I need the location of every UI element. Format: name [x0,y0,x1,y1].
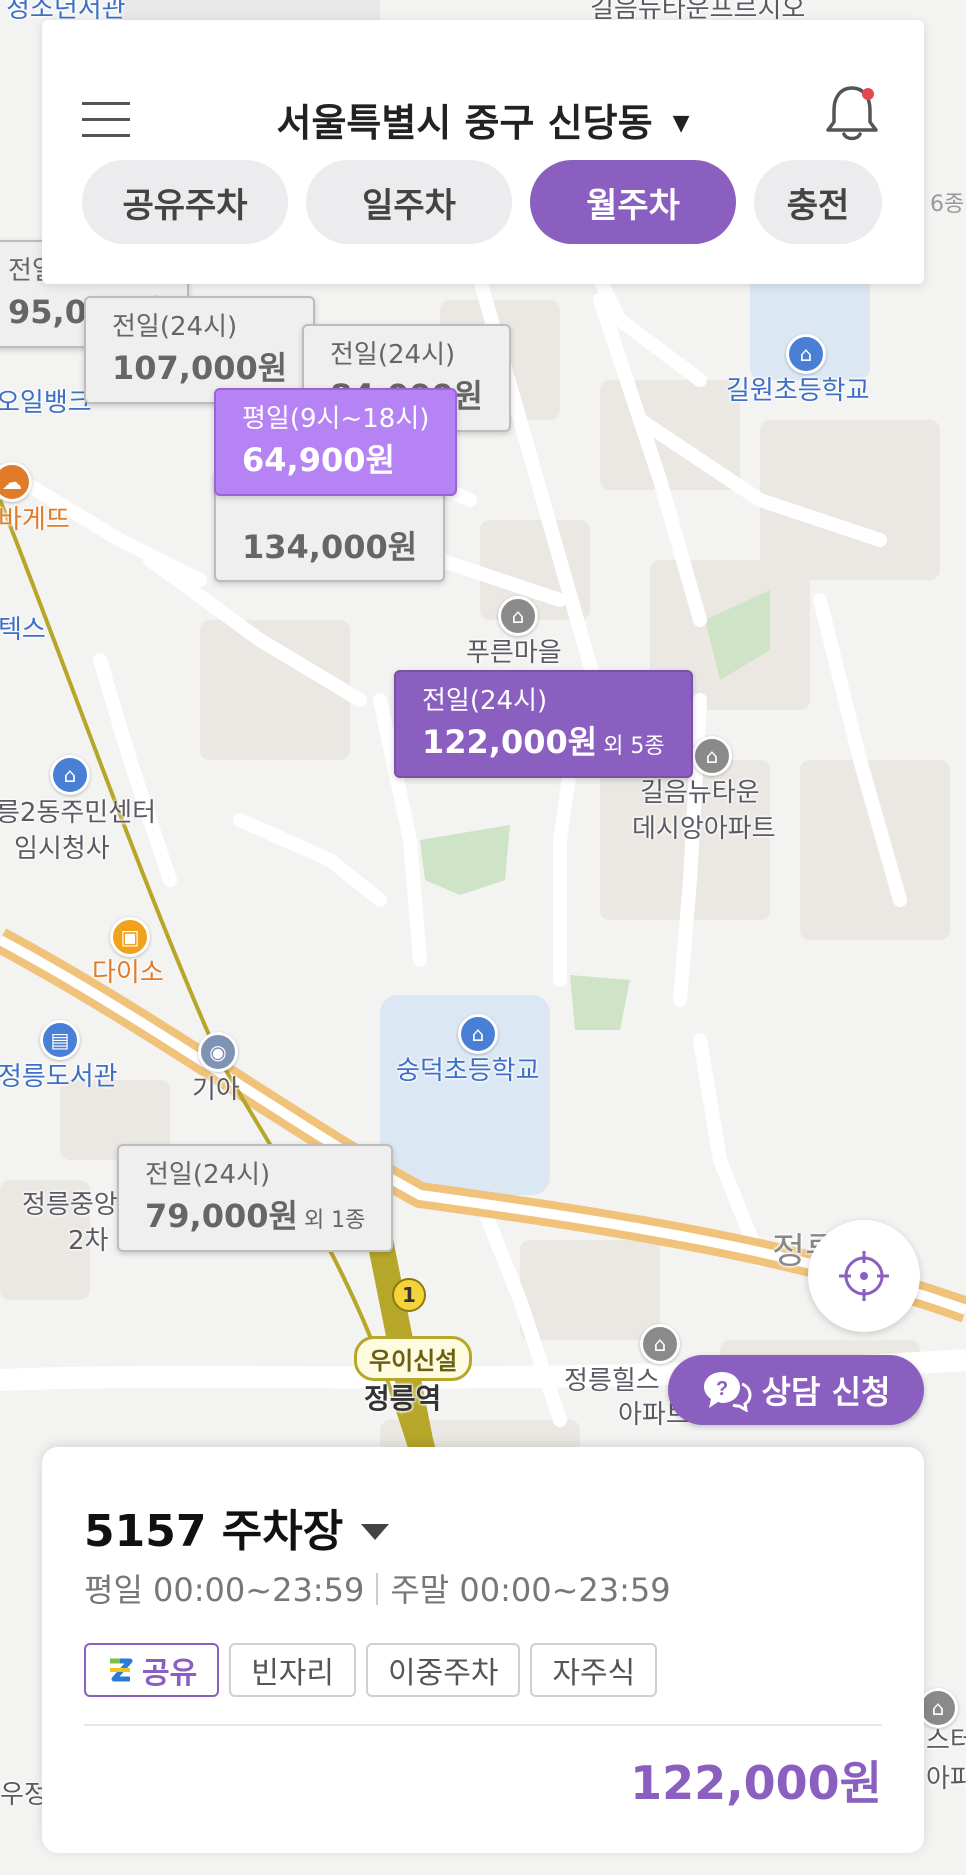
map-poi-label: 기아 [192,1075,240,1105]
marker-extra: 외 5종 [603,734,665,760]
location-selector[interactable]: 서울특별시 중구 신당동 ▼ [42,92,924,147]
government-icon: ⌂ [50,755,90,795]
map-poi-label: 데시앙아파트 [632,814,776,844]
tag-self-parking: 자주식 [530,1643,658,1697]
map-poi-label: 아파 [926,1764,966,1794]
map-poi-label: 숭덕초등학교 [396,1056,540,1086]
caret-down-icon [361,1524,390,1540]
building-icon: ⌂ [498,596,538,636]
marker-price-value: 122,000원 [422,723,598,762]
current-location-button[interactable] [808,1220,920,1332]
map-poi-label: 우정 [0,1780,48,1810]
notification-bell-icon[interactable] [822,80,882,144]
location-label: 서울특별시 중구 신당동 [276,101,653,145]
weekend-hours: 주말 00:00~23:59 [390,1571,671,1609]
tag-label: 공유 [142,1656,198,1691]
lot-price: 122,000원 [630,1756,882,1810]
map-poi-label: 길음뉴타운 [640,778,760,808]
map-poi-label: 푸른마을 [466,638,562,668]
school-icon: ⌂ [458,1014,498,1054]
car-dealer-icon: ◉ [198,1032,238,1072]
map-poi-label: 오일뱅크 [0,388,92,418]
tag-label: 이중주차 [388,1656,499,1691]
tag-label: 자주식 [552,1656,636,1691]
subway-line-number: 1 [402,1283,416,1307]
apartment-icon: ⌂ [692,736,732,776]
header-card: 서울특별시 중구 신당동 ▼ 공유주차 일주차 월주차 충전 [42,20,924,284]
price-marker[interactable]: 전일(24시) 79,000원 외 1종 [117,1144,394,1252]
map-poi-label: 텍스 [0,615,46,645]
marker-price: 79,000원 외 1종 [145,1197,365,1235]
subway-line-badge: 1 [392,1278,426,1312]
marker-label: 전일(24시) [422,686,548,716]
school-icon: ⌂ [786,334,826,374]
map-poi-label: 정릉역 [364,1382,442,1415]
map-poi-label: 임시청사 [14,834,110,864]
consult-label: 상담 신청 [761,1373,891,1411]
marker-label: 전일(24시) [112,312,238,342]
tab-charging[interactable]: 충전 [754,160,882,244]
subway-line-tag: 우이신설 [354,1336,473,1381]
map-poi-label: 릉2동주민센터 [0,798,157,828]
marker-price: 134,000원 [242,528,418,566]
tab-shared-parking[interactable]: 공유주차 [82,160,288,244]
parking-lot-card[interactable]: 5157 주차장 평일 00:00~23:59 주말 00:00~23:59 공유… [42,1447,924,1853]
svg-text:?: ? [716,1378,728,1400]
marker-label: 전일(24시) [145,1160,271,1190]
map-poi-label: 정릉도서관 [0,1062,118,1092]
price-marker-selected[interactable]: 전일(24시) 122,000원 외 5종 [394,670,693,778]
tab-monthly-parking[interactable]: 월주차 [530,160,736,244]
tag-label: 빈자리 [251,1656,335,1691]
map-poi-label: 정릉힐스 [564,1366,660,1396]
lot-tags: 공유 빈자리 이중주차 자주식 [84,1643,658,1697]
notification-dot [862,88,874,100]
weekday-hours: 평일 00:00~23:59 [84,1571,365,1609]
marker-label: 평일(9시~18시) [242,404,430,434]
tab-peek-label: 6종 [930,192,965,217]
tab-daily-parking[interactable]: 일주차 [306,160,512,244]
shopping-icon: ▣ [110,917,150,957]
consultation-request-button[interactable]: ? 상담 신청 [668,1355,924,1425]
parking-type-tabs: 공유주차 일주차 월주차 충전 [82,160,882,244]
apartment-icon: ⌂ [640,1324,680,1364]
hours-divider [376,1573,379,1605]
map-poi-label: 길원초등학교 [726,376,870,406]
apartment-icon: ⌂ [918,1688,958,1728]
price-marker[interactable]: 평일(9시~18시) 64,900원 [214,388,458,496]
crosshair-icon [839,1251,889,1301]
operating-hours: 평일 00:00~23:59 주말 00:00~23:59 [84,1565,671,1611]
marker-price: 122,000원 외 5종 [422,723,665,761]
chat-question-icon: ? [703,1372,752,1412]
marker-price: 64,900원 [242,441,395,480]
caret-down-icon: ▼ [672,111,690,136]
tag-vacancy: 빈자리 [229,1643,357,1697]
map-poi-label: 스터 [926,1726,966,1756]
map-poi-label: 2차 [68,1226,109,1256]
lot-name: 5157 주차장 [84,1506,344,1557]
marker-price-value: 79,000원 [145,1197,298,1236]
map-poi-label: 정릉중앙 [22,1190,118,1220]
map-poi-label: 다이소 [92,958,164,988]
map-poi-label: 바게뜨 [0,505,70,535]
marker-label: 전일(24시) [330,340,456,370]
lot-name-dropdown[interactable]: 5157 주차장 [84,1495,390,1559]
marker-price: 107,000원 [112,349,288,388]
tag-share: 공유 [84,1643,220,1697]
tag-double-parking: 이중주차 [366,1643,521,1697]
marker-extra: 외 1종 [303,1208,366,1234]
card-divider [84,1724,882,1726]
library-icon: ▤ [40,1020,80,1060]
share-logo-icon [110,1658,133,1682]
